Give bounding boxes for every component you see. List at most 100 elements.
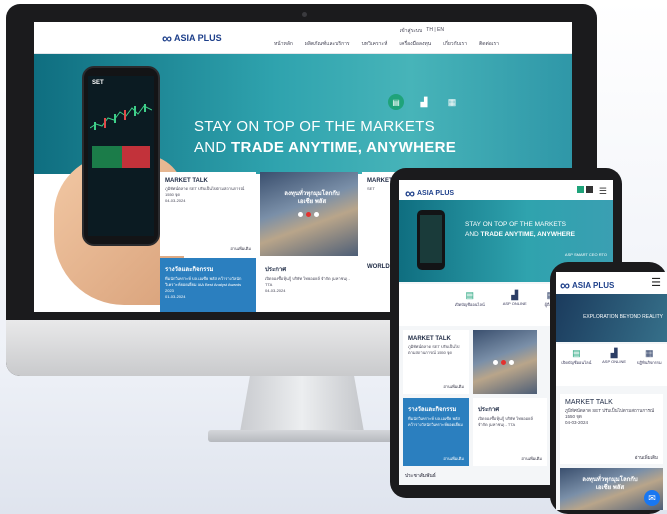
announcement-card[interactable]: ประกาศ เปิดจองซื้อหุ้นกู้ บริษัท ไทยออยล… <box>260 258 358 312</box>
nav-products[interactable]: ผลิตภัณฑ์และบริการ <box>305 40 350 48</box>
read-more-link[interactable]: อ่านเพิ่มเติม <box>443 383 464 390</box>
icon-label: ASP ONLINE <box>602 359 627 364</box>
site-header: ∞ ASIA PLUS เข้าสู่ระบบ TH | EN หน้าหลัก… <box>34 22 572 54</box>
open-account-link[interactable]: ▤ เปิดบัญชีออนไลน์ <box>561 348 591 386</box>
card-title: รางวัลและกิจกรรม <box>165 267 214 273</box>
video-controls[interactable] <box>298 212 319 217</box>
calendar-icon: ▦ <box>644 348 654 358</box>
tablet-awards-card[interactable]: รางวัลและกิจกรรม ทีมนักวิเคราะห์ บล.เอเซ… <box>403 398 469 466</box>
open-account-link[interactable]: ▤ เปิดบัญชีออนไลน์ <box>455 290 485 326</box>
phone-header: ∞ ASIA PLUS ☰ <box>556 272 667 294</box>
phone-screen: ∞ ASIA PLUS ☰ EXPLORATION BEYOND REALITY… <box>556 272 667 510</box>
nav-about[interactable]: เกี่ยวกับเรา <box>443 40 467 48</box>
main-nav: หน้าหลัก ผลิตภัณฑ์และบริการ บทวิเคราะห์ … <box>274 40 499 48</box>
read-more-link[interactable]: อ่านเพิ่มเติม <box>230 245 251 252</box>
infinity-logo-icon: ∞ <box>560 277 570 293</box>
messenger-chat-icon[interactable]: ✉ <box>644 490 660 506</box>
icon-label: ปฏิทินกิจกรรม <box>636 360 662 365</box>
phone-market-talk-card[interactable]: MARKET TALK ภูมิทัศน์ตลาด SET ปรับเป็นไป… <box>560 394 663 464</box>
hero-quick-icons: ▤ ▟ ▦ <box>388 94 460 110</box>
hamburger-menu-icon[interactable]: ☰ <box>599 186 607 197</box>
offer-table <box>122 146 150 168</box>
pr-section-label: ประชาสัมพันธ์ <box>405 473 436 479</box>
phone-quick-icons: ▤ เปิดบัญชีออนไลน์ ▟ ASP ONLINE ▦ ปฏิทินกิจ… <box>556 344 667 386</box>
hero-line-2-bold: TRADE ANYTIME, ANYWHERE <box>231 139 457 156</box>
card-text: ภูมิทัศน์ตลาด SET ปรับเป็นไปตามสถานการณ์… <box>165 186 245 197</box>
market-talk-card[interactable]: MARKET TALK ภูมิทัศน์ตลาด SET ปรับเป็นไป… <box>160 172 256 256</box>
tablet-logo[interactable]: ∞ ASIA PLUS <box>405 185 454 201</box>
card-date: 04-03-2024 <box>165 198 186 203</box>
hero-phone: SET <box>82 66 160 246</box>
card-text: ทีมนักวิเคราะห์ บล.เอเซีย พลัส คว้ารางวั… <box>165 276 242 293</box>
asp-online-link[interactable]: ▟ ASP ONLINE <box>602 348 626 386</box>
card-title: MARKET TALK <box>408 336 451 342</box>
open-account-icon: ▤ <box>465 290 474 300</box>
icon-label: เปิดบัญชีออนไลน์ <box>561 360 592 365</box>
card-title: ประกาศ <box>265 267 287 273</box>
tablet-market-talk-card[interactable]: MARKET TALK ภูมิทัศน์ตลาด SET ปรับเป็นไป… <box>403 330 469 394</box>
hero-line-1: STAY ON TOP OF THE MARKETS <box>465 221 567 228</box>
logo-text: ASIA PLUS <box>173 33 222 43</box>
camera-dot <box>302 12 307 17</box>
nav-contact[interactable]: ติดต่อเรา <box>479 40 499 48</box>
hero-line-2-prefix: AND <box>465 231 481 238</box>
tablet-header: ∞ ASIA PLUS ☰ <box>399 180 613 201</box>
calendar-link[interactable]: ▦ ปฏิทินกิจกรรม <box>637 348 662 386</box>
hamburger-menu-icon[interactable]: ☰ <box>651 276 661 289</box>
nav-home[interactable]: หน้าหลัก <box>274 40 293 48</box>
hero-exploration-text: EXPLORATION BEYOND REALITY <box>583 314 663 320</box>
ticker-label: SET <box>92 80 104 86</box>
hero-title: STAY ON TOP OF THE MARKETS AND TRADE ANY… <box>194 116 456 158</box>
card-text: ภูมิทัศน์ตลาด SET ปรับเป็นไปตามสถานการณ์… <box>565 408 655 419</box>
login-link[interactable]: เข้าสู่ระบบ <box>400 27 423 35</box>
hero-line-2-prefix: AND <box>194 139 232 156</box>
user-bar: เข้าสู่ระบบ TH | EN <box>400 27 444 35</box>
product-mockup-scene: ∞ ASIA PLUS เข้าสู่ระบบ TH | EN หน้าหลัก… <box>0 0 667 514</box>
card-title: ประกาศ <box>478 407 500 413</box>
card-date: 01-03-2024 <box>165 294 186 299</box>
open-account-icon: ▤ <box>572 348 581 358</box>
calendar-icon[interactable]: ▦ <box>444 94 460 110</box>
language-switch[interactable]: TH | EN <box>426 27 444 35</box>
phone-device: ∞ ASIA PLUS ☰ EXPLORATION BEYOND REALITY… <box>550 262 667 514</box>
card-text: เปิดจองซื้อหุ้นกู้ บริษัท ไทยออยล์ จำกัด… <box>478 416 533 427</box>
card-text: เปิดจองซื้อหุ้นกู้ บริษัท ไทยออยล์ จำกัด… <box>265 276 350 287</box>
asp-online-icon: ▟ <box>610 348 618 358</box>
card-date: 04-03-2024 <box>565 420 589 425</box>
asp-online-link[interactable]: ▟ ASP ONLINE <box>503 290 527 326</box>
monitor-stand <box>240 376 364 432</box>
tablet-hero-title: STAY ON TOP OF THE MARKETS AND TRADE ANY… <box>465 220 575 240</box>
awards-card[interactable]: รางวัลและกิจกรรม ทีมนักวิเคราะห์ บล.เอเซ… <box>160 258 256 312</box>
card-text: ทีมนักวิเคราะห์ บล.เอเซีย พลัส คว้ารางวั… <box>408 416 463 427</box>
infinity-logo-icon: ∞ <box>162 30 172 46</box>
phone-logo[interactable]: ∞ ASIA PLUS <box>560 277 614 293</box>
hero-phone-screen: SET <box>88 76 154 236</box>
card-title: MARKET TALK <box>565 399 613 406</box>
nav-tools[interactable]: เครื่องมือลงทุน <box>399 40 431 48</box>
tablet-announcement-card[interactable]: ประกาศ เปิดจองซื้อหุ้นกู้ บริษัท ไทยออยล… <box>473 398 547 466</box>
hero-line-2-bold: TRADE ANYTIME, ANYWHERE <box>480 231 576 238</box>
card-title: MARKET TALK <box>165 178 208 184</box>
promo-image-card[interactable]: ลงทุนทั่วทุกมุมโลกกับเอเซีย พลัส <box>260 172 358 256</box>
tablet-quick-buttons[interactable] <box>577 186 593 193</box>
logo-text: ASIA PLUS <box>571 280 615 290</box>
read-more-link[interactable]: อ่านเพิ่มเติม <box>635 454 658 461</box>
icon-label: เปิดบัญชีออนไลน์ <box>454 302 485 307</box>
nav-research[interactable]: บทวิเคราะห์ <box>362 40 388 48</box>
promo-caption: ลงทุนทั่วทุกมุมโลกกับเอเซีย พลัส <box>582 477 638 491</box>
open-account-icon[interactable]: ▤ <box>388 94 404 110</box>
icon-label: ASP ONLINE <box>502 301 527 306</box>
hero-line-1: STAY ON TOP OF THE MARKETS <box>194 118 435 135</box>
infinity-logo-icon: ∞ <box>405 185 415 201</box>
candlestick-chart <box>90 104 152 130</box>
card-date: 04-03-2024 <box>265 288 286 293</box>
phone-hero: EXPLORATION BEYOND REALITY <box>556 294 667 342</box>
card-text: ภูมิทัศน์ตลาด SET ปรับเป็นไปตามสถานการณ์… <box>408 344 460 355</box>
asp-online-icon[interactable]: ▟ <box>416 94 432 110</box>
tablet-hero-phone <box>417 210 445 270</box>
read-more-link[interactable]: อ่านเพิ่มเติม <box>443 455 464 462</box>
tablet-promo-card[interactable] <box>473 330 537 394</box>
video-controls[interactable] <box>493 360 514 365</box>
read-more-link[interactable]: อ่านเพิ่มเติม <box>521 455 542 462</box>
site-logo[interactable]: ∞ ASIA PLUS <box>162 30 222 46</box>
